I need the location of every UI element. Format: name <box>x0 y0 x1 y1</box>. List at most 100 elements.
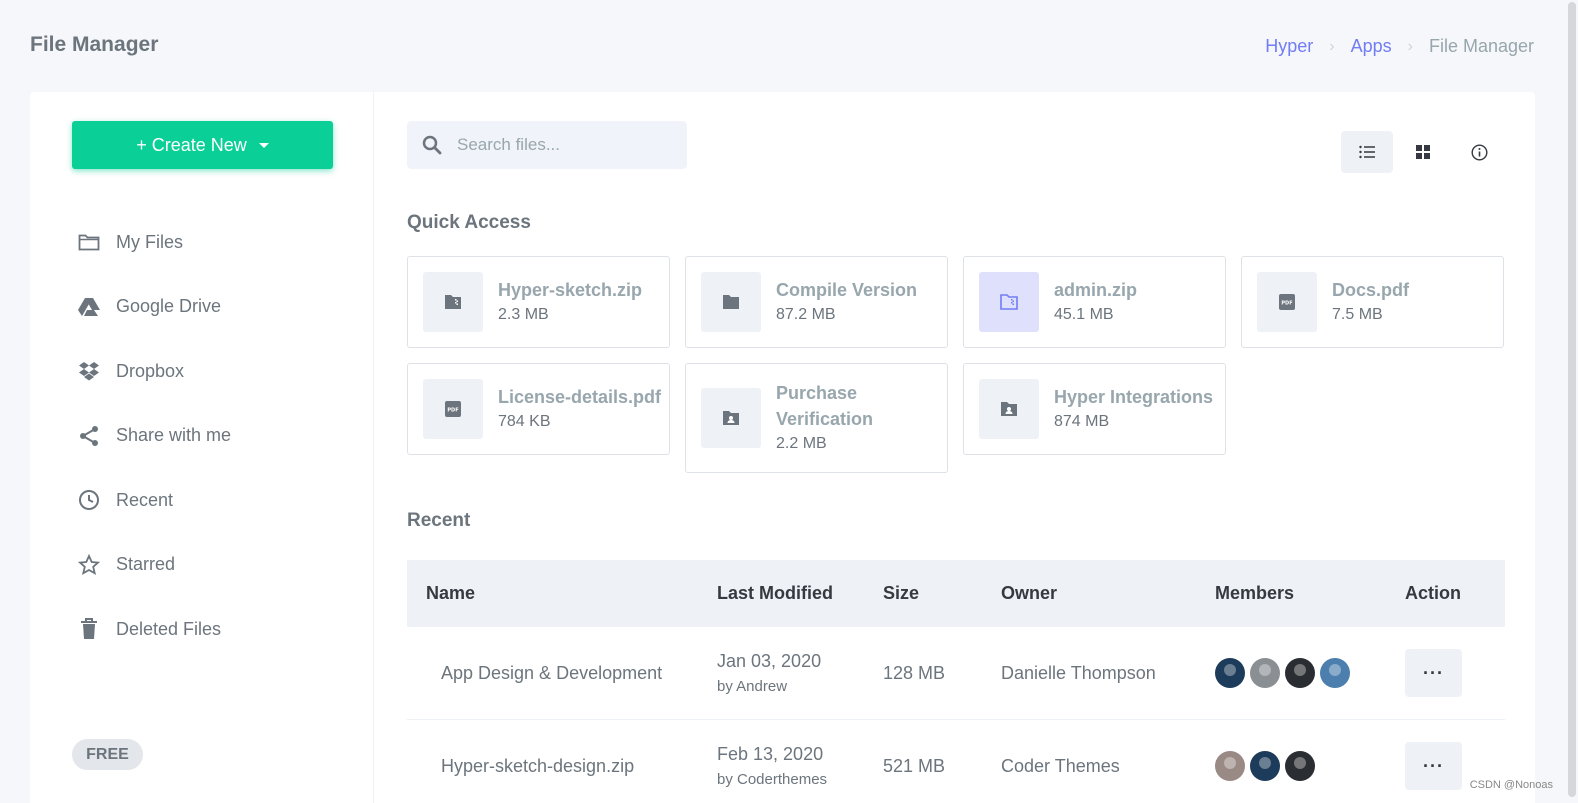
recent-title: Recent <box>407 510 471 531</box>
file-name: Compile Version <box>776 280 918 300</box>
sidebar-item-label: Recent <box>116 489 174 510</box>
sidebar: + Create New My Files Google Drive Dropb… <box>30 92 374 803</box>
quick-access-title: Quick Access <box>407 212 531 233</box>
member-avatars <box>1215 658 1405 688</box>
folder-icon <box>78 231 100 253</box>
sidebar-item-deleted-files[interactable]: Deleted Files <box>78 597 231 662</box>
sidebar-item-google-drive[interactable]: Google Drive <box>78 275 231 340</box>
chevron-right-icon: › <box>1407 37 1413 55</box>
scrollbar-thumb[interactable] <box>1568 2 1576 797</box>
avatar[interactable] <box>1285 658 1315 688</box>
pdf-icon: PDF <box>1257 272 1317 332</box>
share-icon <box>78 425 100 447</box>
file-size: 874 MB <box>1054 413 1110 430</box>
sidebar-nav: My Files Google Drive Dropbox Share with… <box>78 210 231 662</box>
table-row: Hyper-sketch-design.zip Feb 13, 2020 by … <box>407 720 1505 803</box>
sidebar-item-label: Share with me <box>116 425 232 446</box>
more-actions-button[interactable]: ··· <box>1405 649 1462 697</box>
svg-text:PDF: PDF <box>1281 301 1292 307</box>
quick-access-item[interactable]: Hyper Integrations 874 MB <box>963 363 1226 455</box>
scrollbar[interactable] <box>1566 0 1578 803</box>
sidebar-item-label: Dropbox <box>116 360 185 381</box>
file-name: admin.zip <box>1054 280 1138 300</box>
avatar[interactable] <box>1250 658 1280 688</box>
main-content: Quick Access Hyper-sketch.zip 2.3 MB Com… <box>407 92 1505 803</box>
info-button[interactable] <box>1453 131 1505 173</box>
member-avatars <box>1215 751 1405 781</box>
avatar[interactable] <box>1215 751 1245 781</box>
breadcrumb: Hyper › Apps › File Manager <box>1265 36 1534 57</box>
sidebar-item-my-files[interactable]: My Files <box>78 210 231 275</box>
file-name: Docs.pdf <box>1332 280 1410 300</box>
pdf-icon: PDF <box>423 379 483 439</box>
breadcrumb-hyper[interactable]: Hyper <box>1265 36 1313 57</box>
list-view-icon <box>1359 145 1375 159</box>
view-toggle-group <box>1337 131 1505 173</box>
clock-icon <box>78 489 100 511</box>
file-size: 87.2 MB <box>776 306 836 323</box>
file-size: 2.3 MB <box>498 306 549 323</box>
sidebar-item-dropbox[interactable]: Dropbox <box>78 339 231 404</box>
modified-by: by Coderthemes <box>717 771 828 788</box>
modified-date: Jan 03, 2020 <box>717 651 822 671</box>
dropbox-icon <box>78 360 100 382</box>
column-header: Members <box>1215 583 1295 603</box>
plan-badge: FREE <box>72 739 143 770</box>
quick-access-item[interactable]: Purchase Verification 2.2 MB <box>685 363 948 473</box>
sidebar-item-label: Google Drive <box>116 296 222 317</box>
file-name-link[interactable]: App Design & Development <box>407 663 717 684</box>
column-header: Size <box>883 583 920 603</box>
chevron-right-icon: › <box>1329 37 1335 55</box>
create-new-label: + Create New <box>136 134 247 155</box>
search-input[interactable] <box>457 135 677 155</box>
search-box <box>407 121 687 169</box>
recent-files-table: Name Last Modified Size Owner Members Ac… <box>407 560 1505 803</box>
search-icon <box>422 135 442 155</box>
column-header: Name <box>426 583 476 603</box>
svg-text:PDF: PDF <box>447 408 458 414</box>
breadcrumb-current: File Manager <box>1428 36 1534 56</box>
column-header: Action <box>1405 583 1461 603</box>
file-size: 521 MB <box>883 755 946 776</box>
grid-view-icon <box>1416 145 1430 159</box>
list-view-button[interactable] <box>1341 131 1393 173</box>
file-size: 128 MB <box>883 662 946 683</box>
folder-icon <box>701 272 761 332</box>
quick-access-item[interactable]: PDF License-details.pdf 784 KB <box>407 363 670 455</box>
trash-icon <box>78 618 100 640</box>
create-new-button[interactable]: + Create New <box>72 121 333 169</box>
avatar[interactable] <box>1320 658 1350 688</box>
file-name: License-details.pdf <box>498 387 662 407</box>
file-manager-card: + Create New My Files Google Drive Dropb… <box>30 92 1535 803</box>
grid-view-button[interactable] <box>1397 131 1449 173</box>
more-actions-button[interactable]: ··· <box>1405 742 1462 790</box>
file-size: 2.2 MB <box>776 435 827 452</box>
avatar[interactable] <box>1215 658 1245 688</box>
sidebar-item-share-with-me[interactable]: Share with me <box>78 404 231 469</box>
zip-folder-icon <box>423 272 483 332</box>
page-header: File Manager Hyper › Apps › File Manager <box>0 0 1578 92</box>
avatar[interactable] <box>1285 751 1315 781</box>
info-icon <box>1470 143 1488 161</box>
sidebar-item-label: My Files <box>116 231 183 252</box>
column-header: Last Modified <box>717 583 833 603</box>
user-folder-icon <box>979 379 1039 439</box>
owner-name: Danielle Thompson <box>1001 662 1156 683</box>
file-size: 784 KB <box>498 413 551 430</box>
avatar[interactable] <box>1250 751 1280 781</box>
column-header: Owner <box>1001 583 1058 603</box>
file-name-link[interactable]: Hyper-sketch-design.zip <box>407 756 717 777</box>
file-name: Hyper-sketch.zip <box>498 280 643 300</box>
breadcrumb-apps[interactable]: Apps <box>1351 36 1392 57</box>
modified-date: Feb 13, 2020 <box>717 744 824 764</box>
sidebar-item-recent[interactable]: Recent <box>78 468 231 533</box>
quick-access-item[interactable]: Compile Version 87.2 MB <box>685 256 948 348</box>
quick-access-item[interactable]: Hyper-sketch.zip 2.3 MB <box>407 256 670 348</box>
table-header: Name Last Modified Size Owner Members Ac… <box>407 560 1505 627</box>
quick-access-item[interactable]: admin.zip 45.1 MB <box>963 256 1226 348</box>
page-title: File Manager <box>30 33 159 56</box>
file-size: 7.5 MB <box>1332 306 1383 323</box>
quick-access-item[interactable]: PDF Docs.pdf 7.5 MB <box>1241 256 1504 348</box>
watermark: CSDN @Nonoas <box>1469 779 1553 791</box>
sidebar-item-starred[interactable]: Starred <box>78 533 231 598</box>
